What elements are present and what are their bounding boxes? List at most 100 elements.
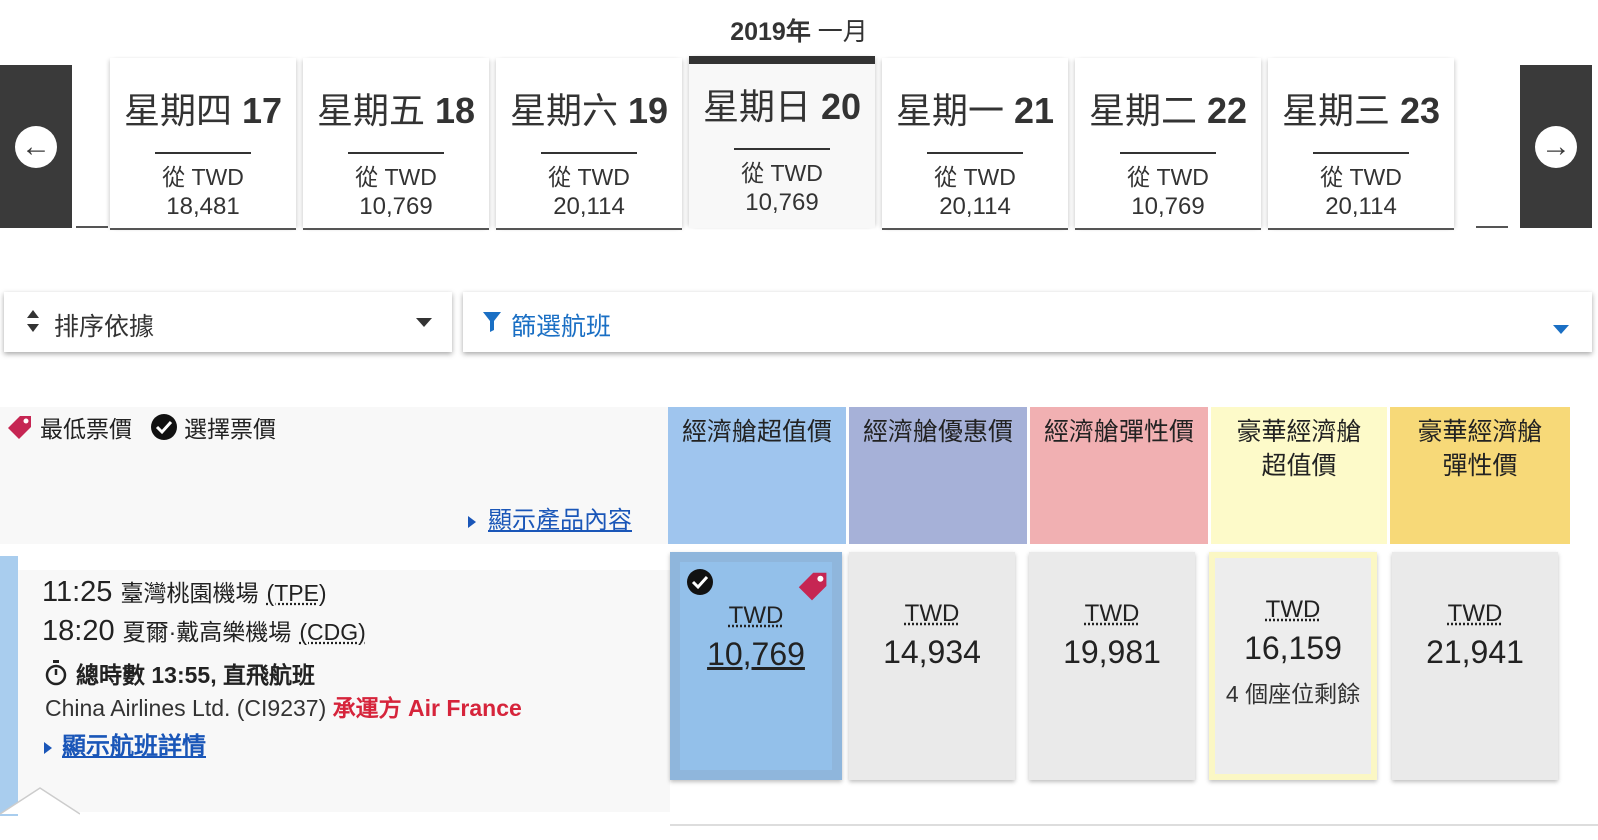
date-tab-23[interactable]: 星期三 23 從 TWD 20,114 [1268, 58, 1454, 230]
show-flight-details-link[interactable]: 顯示航班詳情 [44, 726, 206, 761]
date-day-number: 22 [1206, 90, 1248, 131]
fare-cell[interactable]: TWD 14,934 [849, 552, 1015, 780]
row-notch [0, 787, 80, 815]
date-from-label: 從 TWD [355, 164, 437, 190]
cabin-header-premium-saver: 豪華經濟艙超值價 [1211, 407, 1387, 544]
date-day-number: 18 [434, 90, 476, 131]
cabin-header-premium-flex: 豪華經濟艙彈性價 [1390, 407, 1570, 544]
date-divider [1120, 152, 1216, 154]
filter-dropdown[interactable]: 篩選航班 [463, 292, 1592, 352]
fare-cell[interactable]: TWD 19,981 [1029, 552, 1195, 780]
show-product-link[interactable]: 顯示產品內容 [468, 500, 632, 535]
date-day-name: 星期四 [123, 90, 232, 131]
fare-cell[interactable]: TWD 21,941 [1392, 552, 1558, 780]
date-tab-21[interactable]: 星期一 21 從 TWD 20,114 [882, 58, 1068, 230]
date-day-number: 17 [241, 90, 283, 131]
price-tag-icon [798, 572, 827, 601]
airline-name: China Airlines Ltd. (CI9237) [45, 695, 327, 721]
date-day-number: 21 [1013, 90, 1055, 131]
date-tab-19[interactable]: 星期六 19 從 TWD 20,114 [496, 58, 682, 230]
fare-currency: TWD [904, 600, 960, 627]
date-day-number: 19 [627, 90, 669, 131]
date-day-number: 23 [1399, 90, 1441, 131]
fare-amount: 16,159 [1244, 630, 1342, 666]
calendar-month: 一月 [817, 18, 868, 46]
date-day-name: 星期五 [316, 90, 425, 131]
date-divider [541, 152, 637, 154]
date-edge-right [1476, 65, 1508, 228]
legend-selected-fare: 選擇票價 [150, 410, 276, 444]
departure-time: 11:25 [42, 576, 113, 608]
date-price: 10,769 [745, 189, 819, 216]
fare-currency: TWD [1084, 600, 1140, 627]
check-circle-icon [687, 569, 713, 595]
sort-dropdown[interactable]: 排序依據 [4, 292, 452, 352]
date-divider [927, 152, 1023, 154]
fare-amount: 10,769 [707, 636, 805, 672]
seats-remaining: 4 個座位剩餘 [1225, 681, 1361, 707]
date-price: 20,114 [939, 193, 1011, 220]
departure-airport: 臺灣桃園機場 [120, 580, 259, 606]
chevron-down-icon [416, 318, 432, 327]
fare-amount: 14,934 [883, 634, 981, 670]
date-tab-18[interactable]: 星期五 18 從 TWD 10,769 [303, 58, 489, 230]
arrival-airport: 夏爾·戴高樂機場 [122, 619, 292, 645]
date-from-label: 從 TWD [741, 160, 823, 186]
date-tab-17[interactable]: 星期四 17 從 TWD 18,481 [110, 58, 296, 230]
date-day-number: 20 [820, 86, 862, 127]
date-divider [155, 152, 251, 154]
fare-amount: 19,981 [1063, 634, 1161, 670]
cabin-header-economy-flex: 經濟艙彈性價 [1030, 407, 1208, 544]
flight-operator: China Airlines Ltd. (CI9237) 承運方 Air Fra… [45, 689, 522, 723]
date-price: 10,769 [359, 193, 433, 220]
row-bottom-divider [670, 824, 1598, 826]
date-tab-20-selected[interactable]: 星期日 20 從 TWD 10,769 [689, 56, 875, 228]
date-price: 18,481 [166, 193, 240, 220]
price-tag-icon [8, 416, 31, 439]
arrival-time: 18:20 [42, 615, 115, 647]
operated-by: 承運方 Air France [332, 695, 522, 721]
cabin-header-economy-saver: 經濟艙超值價 [668, 407, 846, 544]
date-from-label: 從 TWD [548, 164, 630, 190]
flight-duration: 總時數 13:55, 直飛航班 [44, 656, 315, 690]
arrival-line: 18:20 夏爾·戴高樂機場 (CDG) [42, 613, 366, 648]
arrival-code[interactable]: (CDG) [299, 619, 365, 645]
departure-line: 11:25 臺灣桃園機場 (TPE) [42, 574, 327, 609]
next-dates-button[interactable]: → [1520, 65, 1592, 228]
fare-currency: TWD [1265, 596, 1321, 623]
check-circle-icon [151, 414, 177, 440]
date-price: 20,114 [553, 193, 625, 220]
legend-lowest-fare: 最低票價 [4, 410, 132, 444]
cabin-header-economy-standard: 經濟艙優惠價 [849, 407, 1027, 544]
fare-currency: TWD [1447, 600, 1503, 627]
flight-row-indicator [0, 556, 18, 816]
date-divider [1313, 152, 1409, 154]
date-day-name: 星期六 [509, 90, 618, 131]
caret-right-icon [44, 741, 52, 754]
date-day-name: 星期二 [1088, 90, 1197, 131]
filter-label: 篩選航班 [511, 313, 612, 341]
arrow-left-icon: ← [15, 125, 57, 168]
prev-dates-button[interactable]: ← [0, 65, 72, 228]
fare-cell[interactable]: TWD 16,159 4 個座位剩餘 [1209, 552, 1377, 780]
stopwatch-icon [45, 660, 67, 686]
date-tab-22[interactable]: 星期二 22 從 TWD 10,769 [1075, 58, 1261, 230]
date-from-label: 從 TWD [934, 164, 1016, 190]
fare-currency: TWD [728, 602, 784, 629]
date-divider [734, 148, 830, 150]
chevron-down-icon [1553, 325, 1569, 334]
date-day-name: 星期三 [1281, 90, 1390, 131]
date-from-label: 從 TWD [1127, 164, 1209, 190]
fare-amount: 21,941 [1426, 634, 1524, 670]
fare-cell-selected[interactable]: TWD 10,769 [670, 552, 842, 780]
sort-updown-icon [27, 310, 39, 332]
date-divider [348, 152, 444, 154]
date-day-name: 星期一 [895, 90, 1004, 131]
calendar-year: 2019年 [730, 18, 811, 46]
arrow-right-icon: → [1535, 125, 1577, 168]
date-edge-left [76, 65, 108, 228]
date-from-label: 從 TWD [1320, 164, 1402, 190]
calendar-month-title: 2019年 一月 [0, 12, 1598, 46]
caret-right-icon [468, 515, 476, 528]
departure-code[interactable]: (TPE) [267, 580, 327, 606]
